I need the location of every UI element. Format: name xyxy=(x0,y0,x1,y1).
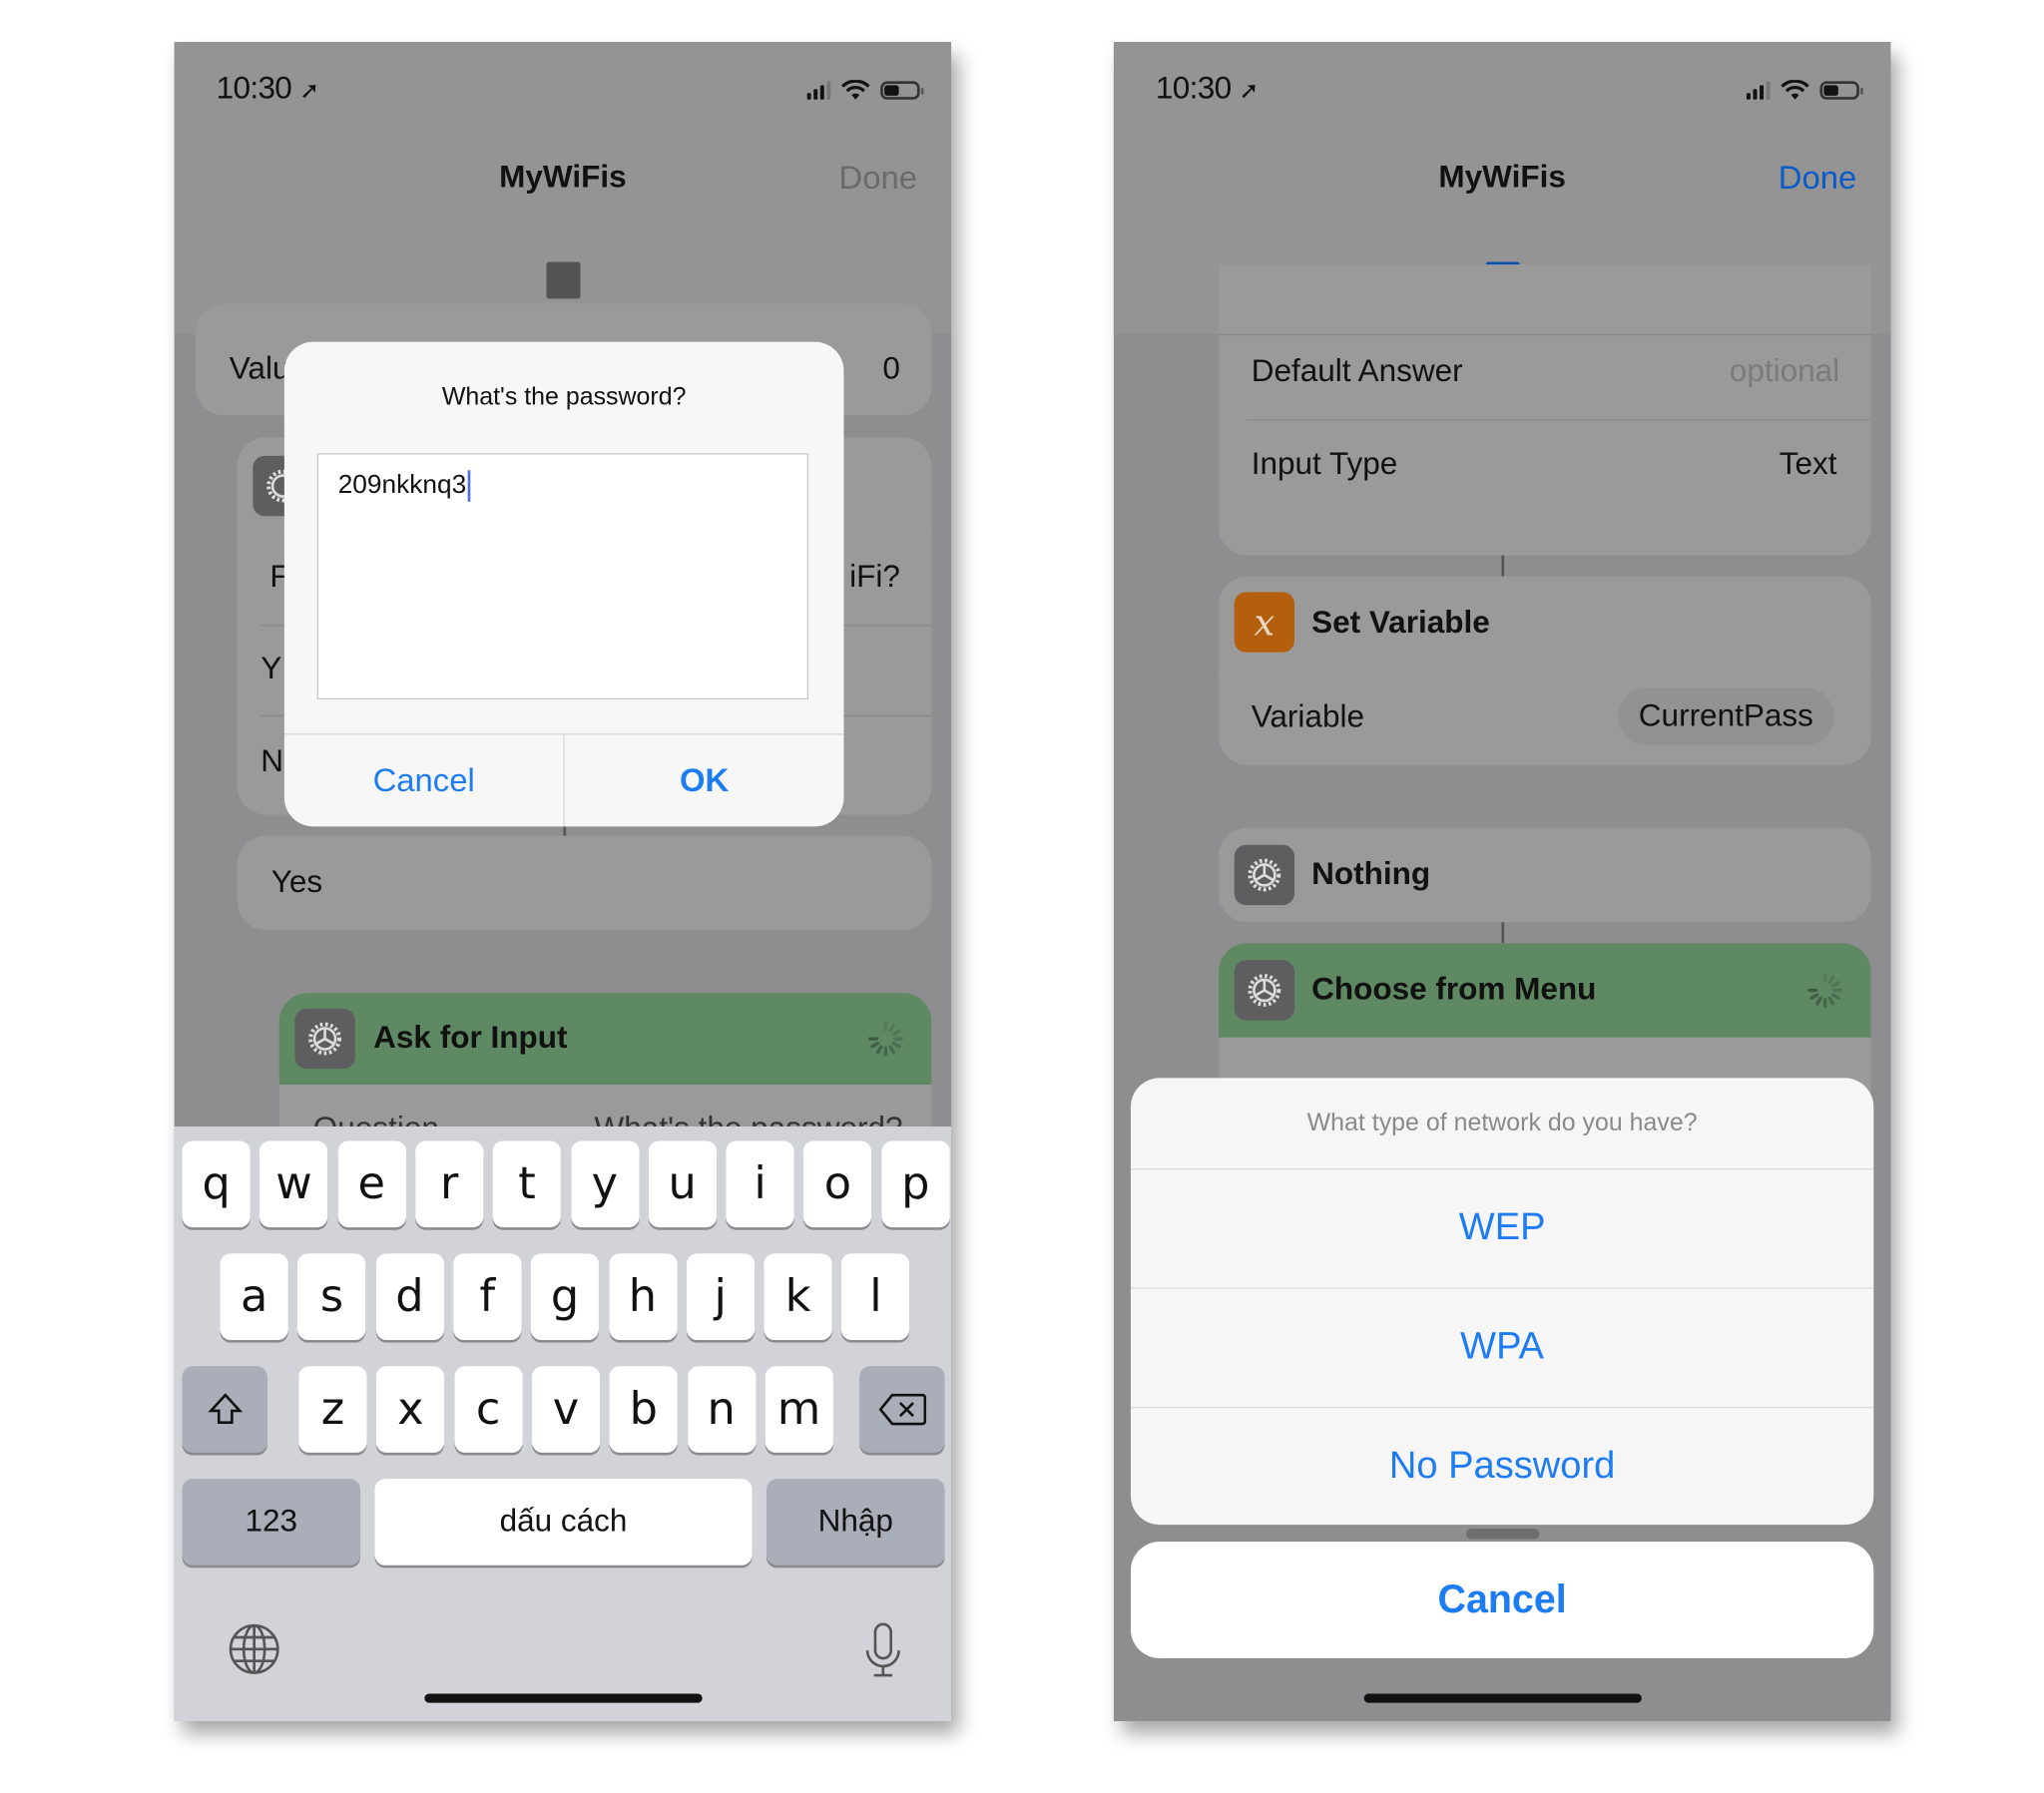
status-time: 10:30 ➚ xyxy=(1156,71,1259,108)
yes-card-label: Yes xyxy=(270,864,323,900)
spinner-icon xyxy=(868,1021,903,1057)
set-variable-title: Set Variable xyxy=(1311,605,1490,641)
gear-icon xyxy=(1234,960,1295,1021)
delete-backspace-icon xyxy=(878,1393,926,1426)
dialog-cancel-button[interactable]: Cancel xyxy=(284,734,564,826)
status-icons xyxy=(806,76,924,105)
key-a[interactable]: a xyxy=(220,1253,288,1340)
action-sheet-title: What type of network do you have? xyxy=(1130,1078,1874,1170)
key-i[interactable]: i xyxy=(726,1140,794,1228)
password-input-value: 209nkknq3 xyxy=(337,470,467,500)
connector-line xyxy=(1501,555,1505,577)
key-y[interactable]: y xyxy=(570,1140,639,1228)
key-e[interactable]: e xyxy=(337,1140,406,1228)
cellular-signal-icon xyxy=(1746,81,1771,100)
key-k[interactable]: k xyxy=(764,1253,832,1340)
spinner-icon xyxy=(1807,973,1843,1008)
home-indicator[interactable] xyxy=(423,1693,703,1703)
time-text: 10:30 xyxy=(1155,70,1232,107)
variable-name-token[interactable]: CurrentPass xyxy=(1617,687,1834,745)
nav-title: MyWiFis xyxy=(499,160,627,196)
numbers-key[interactable]: 123 xyxy=(182,1479,361,1566)
action-sheet-cancel-button[interactable]: Cancel xyxy=(1130,1542,1874,1659)
dialog-buttons: Cancel OK xyxy=(283,733,844,827)
delete-key[interactable] xyxy=(859,1366,945,1453)
key-j[interactable]: j xyxy=(686,1253,755,1340)
key-d[interactable]: d xyxy=(375,1253,444,1340)
nothing-title: Nothing xyxy=(1311,856,1431,893)
shift-arrow-icon xyxy=(207,1393,243,1425)
ask-for-input-title: Ask for Input xyxy=(373,1020,568,1057)
ask-for-input-card: Default Answer optional Input Type Text xyxy=(1218,264,1871,556)
nav-title: MyWiFis xyxy=(1438,160,1566,196)
text-caret xyxy=(467,470,471,502)
stop-square-icon[interactable] xyxy=(545,261,580,299)
battery-icon xyxy=(1819,81,1863,100)
cellular-signal-icon xyxy=(806,81,831,100)
key-v[interactable]: v xyxy=(531,1366,601,1453)
connector-line xyxy=(1501,922,1505,944)
key-b[interactable]: b xyxy=(609,1366,678,1453)
key-z[interactable]: z xyxy=(298,1366,367,1453)
password-input[interactable]: 209nkknq3 xyxy=(316,453,808,700)
key-p[interactable]: p xyxy=(881,1140,950,1228)
key-r[interactable]: r xyxy=(415,1140,484,1228)
location-arrow-icon: ➚ xyxy=(1239,77,1260,104)
shift-key[interactable] xyxy=(182,1366,267,1453)
yes-card: Yes xyxy=(237,835,932,931)
option-wpa-button[interactable]: WPA xyxy=(1130,1287,1874,1409)
left-phone-screen: 10:30 ➚ MyWiFis Done Valu 0 F iFi? Y N Y… xyxy=(174,42,952,1722)
time-text: 10:30 xyxy=(216,70,292,107)
space-key[interactable]: dấu cách xyxy=(374,1479,753,1566)
choose-from-menu-title: Choose from Menu xyxy=(1311,972,1597,1008)
option-no-password-button[interactable]: No Password xyxy=(1131,1407,1873,1525)
onscreen-keyboard: qwertyuiop asdfghjkl zxcvbnm 123 dấu các… xyxy=(174,1126,952,1722)
status-icons xyxy=(1746,76,1863,105)
key-h[interactable]: h xyxy=(608,1253,678,1340)
prompt-value-partial: iFi? xyxy=(849,559,900,596)
gear-icon xyxy=(294,1008,355,1070)
wifi-icon xyxy=(841,80,870,100)
key-f[interactable]: f xyxy=(453,1253,522,1340)
dialog-ok-button[interactable]: OK xyxy=(563,734,844,827)
key-w[interactable]: w xyxy=(259,1140,328,1228)
key-c[interactable]: c xyxy=(454,1366,523,1453)
option-wep-button[interactable]: WEP xyxy=(1130,1168,1874,1289)
location-arrow-icon: ➚ xyxy=(299,77,319,104)
screenshot-stage: 10:30 ➚ MyWiFis Done Valu 0 F iFi? Y N Y… xyxy=(0,0,2044,1793)
right-phone-screen: 10:30 ➚ MyWiFis Done Default Answer opti… xyxy=(1113,42,1891,1722)
key-t[interactable]: t xyxy=(492,1140,562,1228)
return-key[interactable]: Nhập xyxy=(766,1479,945,1566)
key-n[interactable]: n xyxy=(687,1366,756,1453)
nothing-card: Nothing xyxy=(1218,827,1871,923)
home-indicator[interactable] xyxy=(1362,1693,1642,1703)
password-alert-dialog: What's the password? 209nkknq3 Cancel OK xyxy=(283,341,844,827)
key-u[interactable]: u xyxy=(648,1140,717,1228)
done-button[interactable]: Done xyxy=(838,160,916,198)
status-time: 10:30 ➚ xyxy=(217,71,319,108)
microphone-icon[interactable] xyxy=(863,1621,902,1679)
key-s[interactable]: s xyxy=(297,1253,366,1340)
key-m[interactable]: m xyxy=(765,1366,833,1453)
battery-icon xyxy=(880,81,924,100)
done-button[interactable]: Done xyxy=(1779,160,1856,198)
network-type-action-sheet: What type of network do you have? WEP WP… xyxy=(1130,1078,1874,1526)
key-l[interactable]: l xyxy=(841,1253,910,1340)
key-x[interactable]: x xyxy=(376,1366,445,1453)
gear-icon xyxy=(1234,844,1295,906)
wifi-icon xyxy=(1781,80,1809,100)
dialog-title: What's the password? xyxy=(441,383,687,412)
input-type-label: Input Type xyxy=(1251,446,1398,483)
key-q[interactable]: q xyxy=(182,1140,251,1228)
default-answer-field[interactable]: optional xyxy=(1730,353,1839,390)
globe-icon[interactable] xyxy=(227,1621,281,1676)
input-type-value[interactable]: Text xyxy=(1780,447,1837,484)
set-variable-card: x Set Variable Variable CurrentPass xyxy=(1218,576,1871,765)
value-value: 0 xyxy=(882,350,900,387)
key-o[interactable]: o xyxy=(803,1140,872,1228)
variable-x-icon: x xyxy=(1234,592,1295,653)
sheet-grabber[interactable] xyxy=(1465,1529,1539,1540)
key-g[interactable]: g xyxy=(530,1253,600,1340)
